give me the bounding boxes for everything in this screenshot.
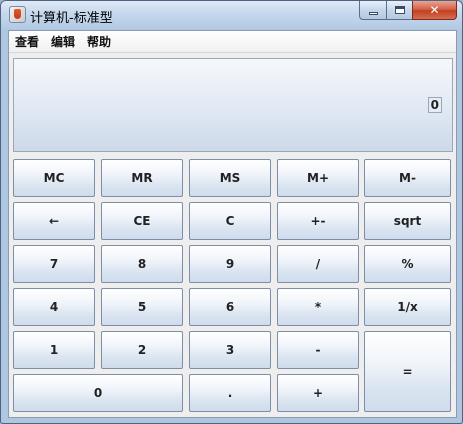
clear-button[interactable]: C <box>189 202 271 240</box>
close-button[interactable]: ✕ <box>412 1 457 20</box>
app-icon <box>9 6 26 23</box>
window-controls: ✕ <box>359 1 457 20</box>
percent-button[interactable]: % <box>364 245 451 283</box>
calculator-window: 计算机-标准型 ✕ 查看 编辑 帮助 0 MC MR MS M+ M- ← CE… <box>0 0 463 424</box>
digit-9-button[interactable]: 9 <box>189 245 271 283</box>
digit-6-button[interactable]: 6 <box>189 288 271 326</box>
maximize-button[interactable] <box>386 1 412 20</box>
add-button[interactable]: + <box>277 374 359 412</box>
digit-5-button[interactable]: 5 <box>101 288 183 326</box>
maximize-icon <box>394 6 405 14</box>
digit-2-button[interactable]: 2 <box>101 331 183 369</box>
equals-button[interactable]: = <box>364 331 451 412</box>
m-plus-button[interactable]: M+ <box>277 159 359 197</box>
ce-button[interactable]: CE <box>101 202 183 240</box>
mr-button[interactable]: MR <box>101 159 183 197</box>
digit-3-button[interactable]: 3 <box>189 331 271 369</box>
window-title: 计算机-标准型 <box>30 11 113 26</box>
digit-7-button[interactable]: 7 <box>13 245 95 283</box>
client-area: 查看 编辑 帮助 0 MC MR MS M+ M- ← CE C +- sqrt… <box>8 30 457 418</box>
digit-4-button[interactable]: 4 <box>13 288 95 326</box>
digit-0-button[interactable]: 0 <box>13 374 183 412</box>
title-bar[interactable]: 计算机-标准型 ✕ <box>1 1 462 29</box>
digit-1-button[interactable]: 1 <box>13 331 95 369</box>
sign-button[interactable]: +- <box>277 202 359 240</box>
result-display: 0 <box>13 58 453 152</box>
sqrt-button[interactable]: sqrt <box>364 202 451 240</box>
backspace-button[interactable]: ← <box>13 202 95 240</box>
menu-bar: 查看 编辑 帮助 <box>9 31 456 53</box>
subtract-button[interactable]: - <box>277 331 359 369</box>
minimize-icon <box>368 11 378 15</box>
display-value: 0 <box>427 97 442 113</box>
menu-edit[interactable]: 编辑 <box>45 31 81 53</box>
digit-8-button[interactable]: 8 <box>101 245 183 283</box>
reciprocal-button[interactable]: 1/x <box>364 288 451 326</box>
mc-button[interactable]: MC <box>13 159 95 197</box>
decimal-button[interactable]: . <box>189 374 271 412</box>
menu-view[interactable]: 查看 <box>9 31 45 53</box>
divide-button[interactable]: / <box>277 245 359 283</box>
m-minus-button[interactable]: M- <box>364 159 451 197</box>
close-icon: ✕ <box>429 3 440 17</box>
multiply-button[interactable]: * <box>277 288 359 326</box>
ms-button[interactable]: MS <box>189 159 271 197</box>
menu-help[interactable]: 帮助 <box>81 31 117 53</box>
minimize-button[interactable] <box>359 1 386 20</box>
